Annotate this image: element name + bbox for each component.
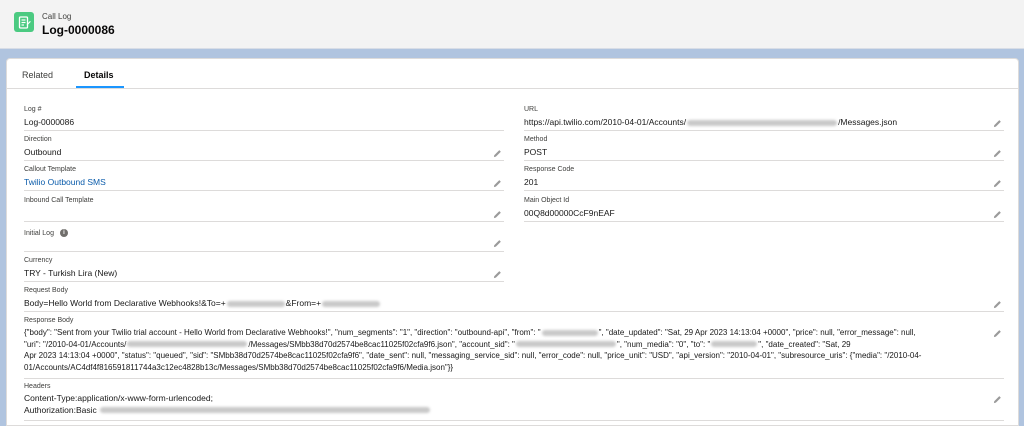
field-value: 201 <box>524 177 539 187</box>
field-value: Body=Hello World from Declarative Webhoo… <box>24 298 381 308</box>
field-label: Response Body <box>24 317 74 324</box>
record-header: Call Log Log-0000086 <box>0 0 1024 49</box>
edit-pencil-icon[interactable] <box>493 149 502 158</box>
field-label: Log # <box>24 106 42 113</box>
field-method: Method POST <box>524 136 1004 161</box>
edit-pencil-icon[interactable] <box>493 210 502 219</box>
field-label: URL <box>524 106 539 113</box>
redacted-text <box>711 341 758 348</box>
edit-pencil-icon[interactable] <box>993 149 1002 158</box>
edit-pencil-icon[interactable] <box>993 179 1002 188</box>
tab-related[interactable]: Related <box>22 70 53 80</box>
active-tab-indicator <box>76 86 124 88</box>
field-value: POST <box>524 147 548 157</box>
field-value: 00Q8d00000CcF9nEAF <box>524 208 615 218</box>
field-label: Response Code <box>524 166 575 173</box>
field-log-number: Log # Log-0000086 <box>24 106 504 131</box>
tab-bar: Related Details <box>7 59 1018 89</box>
redacted-text <box>127 341 248 348</box>
field-label: Method <box>524 136 548 143</box>
field-label: Main Object Id <box>524 197 570 204</box>
tab-details[interactable]: Details <box>84 70 114 80</box>
edit-pencil-icon[interactable] <box>993 329 1002 338</box>
field-main-object-id: Main Object Id 00Q8d00000CcF9nEAF <box>524 197 1004 222</box>
edit-pencil-icon[interactable] <box>993 210 1002 219</box>
redacted-text <box>687 119 838 126</box>
field-label: Inbound Call Template <box>24 197 94 204</box>
field-url: URL https://api.twilio.com/2010-04-01/Ac… <box>524 106 1004 131</box>
field-label: Currency <box>24 257 53 264</box>
edit-pencil-icon[interactable] <box>993 119 1002 128</box>
field-currency: Currency TRY - Turkish Lira (New) <box>24 257 504 282</box>
edit-pencil-icon[interactable] <box>993 300 1002 309</box>
field-value: https://api.twilio.com/2010-04-01/Accoun… <box>524 117 898 127</box>
response-body-value: {"body": "Sent from your Twilio trial ac… <box>24 328 922 372</box>
field-response-body: Response Body {"body": "Sent from your T… <box>24 317 1004 379</box>
edit-pencil-icon[interactable] <box>493 239 502 248</box>
field-label: Callout Template <box>24 166 77 173</box>
field-value: Outbound <box>24 147 62 157</box>
redacted-text <box>515 341 616 348</box>
field-label: Initial Log i <box>24 229 68 237</box>
edit-pencil-icon[interactable] <box>993 395 1002 404</box>
object-label: Call Log <box>42 12 72 21</box>
field-initial-log: Initial Log i <box>24 226 504 252</box>
field-direction: Direction Outbound <box>24 136 504 161</box>
record-title: Log-0000086 <box>42 23 115 37</box>
edit-pencil-icon[interactable] <box>493 270 502 279</box>
call-log-icon <box>14 12 34 32</box>
redacted-text <box>541 329 598 336</box>
field-response-code: Response Code 201 <box>524 166 1004 191</box>
field-inbound-call-template: Inbound Call Template <box>24 197 504 222</box>
redacted-text <box>100 407 431 414</box>
redacted-text <box>226 300 285 307</box>
field-request-body: Request Body Body=Hello World from Decla… <box>24 287 1004 312</box>
details-card: Related Details Log # Log-0000086 URL ht… <box>6 58 1019 426</box>
field-headers: Headers Content-Type:application/x-www-f… <box>24 383 1004 421</box>
callout-template-link[interactable]: Twilio Outbound SMS <box>24 177 106 187</box>
field-label: Direction <box>24 136 52 143</box>
edit-pencil-icon[interactable] <box>493 179 502 188</box>
field-label: Headers <box>24 383 51 390</box>
field-callout-template: Callout Template Twilio Outbound SMS <box>24 166 504 191</box>
headers-value: Content-Type:application/x-www-form-urle… <box>24 393 964 416</box>
field-label: Request Body <box>24 287 68 294</box>
info-icon[interactable]: i <box>59 229 68 237</box>
field-value: TRY - Turkish Lira (New) <box>24 268 118 278</box>
redacted-text <box>322 300 381 307</box>
field-value: Log-0000086 <box>24 117 75 127</box>
